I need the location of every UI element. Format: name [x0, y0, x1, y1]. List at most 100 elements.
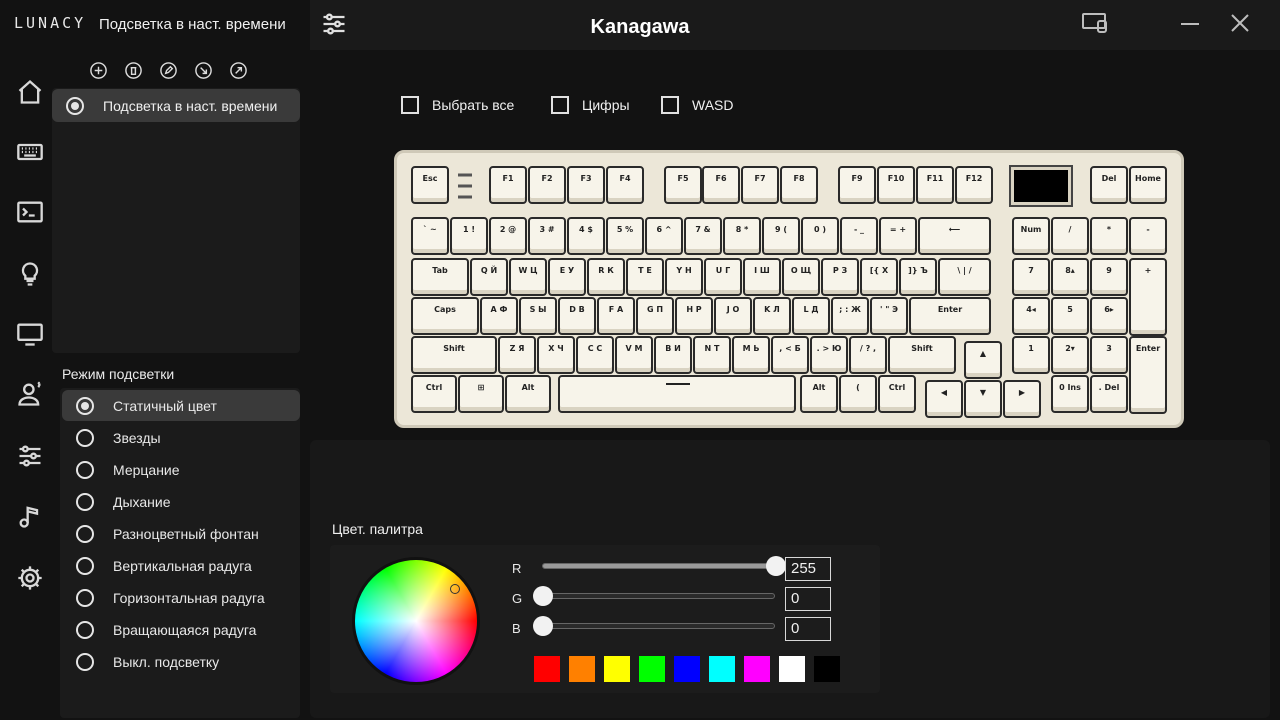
keyboard-key[interactable]: F12 [955, 166, 993, 204]
color-swatch[interactable] [744, 656, 770, 682]
user-icon[interactable] [14, 378, 46, 410]
keyboard-key[interactable]: 8▴ [1051, 258, 1089, 296]
digits-checkbox[interactable]: Цифры [551, 96, 630, 114]
keyboard-key[interactable]: C С [576, 336, 614, 374]
keyboard-key[interactable]: D В [558, 297, 596, 335]
color-swatch[interactable] [779, 656, 805, 682]
color-swatch[interactable] [709, 656, 735, 682]
keyboard-key[interactable]: Enter [1129, 336, 1167, 414]
keyboard-key[interactable]: Z Я [498, 336, 536, 374]
keyboard-key[interactable]: J О [714, 297, 752, 335]
color-swatch[interactable] [639, 656, 665, 682]
g-value-input[interactable]: 0 [785, 587, 831, 611]
keyboard-key[interactable]: Ctrl [411, 375, 457, 413]
keyboard-key[interactable]: F3 [567, 166, 605, 204]
lighting-mode-item[interactable]: Выкл. подсветку [62, 646, 300, 677]
lighting-mode-radio[interactable] [76, 588, 94, 607]
terminal-icon[interactable] [14, 196, 46, 228]
keyboard-key[interactable]: ▶ [1003, 380, 1041, 418]
keyboard-key[interactable]: . > Ю [810, 336, 848, 374]
keyboard-key[interactable]: ]} Ъ [899, 258, 937, 296]
keyboard-key[interactable]: 1 [1012, 336, 1050, 374]
keyboard-key[interactable]: 6 ^ [645, 217, 683, 255]
keyboard-key[interactable]: * [1090, 217, 1128, 255]
checkbox-box[interactable] [661, 96, 679, 114]
keyboard-key[interactable]: F11 [916, 166, 954, 204]
keyboard-key[interactable]: 7 [1012, 258, 1050, 296]
import-icon[interactable] [191, 58, 215, 82]
color-swatch[interactable] [604, 656, 630, 682]
lighting-mode-item[interactable]: Разноцветный фонтан [62, 518, 300, 549]
keyboard-key[interactable]: 9 [1090, 258, 1128, 296]
color-swatch[interactable] [814, 656, 840, 682]
keyboard-key[interactable]: 5 % [606, 217, 644, 255]
keyboard-key[interactable]: F9 [838, 166, 876, 204]
color-swatch[interactable] [674, 656, 700, 682]
keyboard-key[interactable]: F8 [780, 166, 818, 204]
lighting-mode-item[interactable]: Мерцание [62, 454, 300, 485]
music-icon[interactable] [14, 500, 46, 532]
keyboard-key[interactable]: F10 [877, 166, 915, 204]
keyboard-key[interactable]: N Т [693, 336, 731, 374]
keyboard-key[interactable]: 1 ! [450, 217, 488, 255]
lighting-mode-item[interactable]: Статичный цвет [62, 390, 300, 421]
keyboard-key[interactable]: E У [548, 258, 586, 296]
keyboard-key[interactable]: \ | / [938, 258, 991, 296]
r-value-input[interactable]: 255 [785, 557, 831, 581]
keyboard-key[interactable]: 8 * [723, 217, 761, 255]
keyboard-key[interactable]: F7 [741, 166, 779, 204]
keyboard-key[interactable]: 2 @ [489, 217, 527, 255]
keyboard-key[interactable]: ▲ [964, 341, 1002, 379]
keyboard-key[interactable]: 3 [1090, 336, 1128, 374]
lighting-mode-item[interactable]: Вращающаяся радуга [62, 614, 300, 645]
keyboard-key[interactable]: V М [615, 336, 653, 374]
keyboard-key[interactable]: W Ц [509, 258, 547, 296]
lighting-mode-radio[interactable] [76, 524, 94, 543]
settings-sliders-icon[interactable] [320, 10, 348, 38]
color-swatch[interactable] [569, 656, 595, 682]
close-icon[interactable] [1225, 8, 1255, 38]
minimize-icon[interactable] [1175, 8, 1205, 38]
keyboard-key[interactable]: F А [597, 297, 635, 335]
monitor-icon[interactable] [14, 318, 46, 350]
keyboard-key[interactable]: Space [558, 375, 796, 413]
keyboard-key[interactable]: - [1129, 217, 1167, 255]
keyboard-key[interactable]: 3 # [528, 217, 566, 255]
lighting-mode-item[interactable]: Дыхание [62, 486, 300, 517]
keyboard-key[interactable]: [{ Х [860, 258, 898, 296]
checkbox-box[interactable] [551, 96, 569, 114]
lighting-mode-radio[interactable] [76, 652, 94, 671]
keyboard-key[interactable]: ▼ [964, 380, 1002, 418]
keyboard-key[interactable]: F2 [528, 166, 566, 204]
keyboard-key[interactable]: Esc [411, 166, 449, 204]
keyboard-key[interactable]: Tab [411, 258, 469, 296]
keyboard-key[interactable]: Y Н [665, 258, 703, 296]
sliders-icon[interactable] [14, 440, 46, 472]
keyboard-key[interactable]: 4 $ [567, 217, 605, 255]
keyboard-key[interactable]: ` ~ [411, 217, 449, 255]
keyboard-key[interactable]: ' " Э [870, 297, 908, 335]
add-icon[interactable] [86, 58, 110, 82]
keyboard-key[interactable]: 5 [1051, 297, 1089, 335]
keyboard-key[interactable]: B И [654, 336, 692, 374]
keyboard-key[interactable]: S Ы [519, 297, 557, 335]
keyboard-key[interactable]: Home [1129, 166, 1167, 204]
keyboard-key[interactable]: 0 Ins [1051, 375, 1089, 413]
keyboard-key[interactable]: - _ [840, 217, 878, 255]
keyboard-key[interactable]: ⟵ [918, 217, 991, 255]
keyboard-key[interactable]: 0 ) [801, 217, 839, 255]
keyboard-key[interactable]: X Ч [537, 336, 575, 374]
keyboard-key[interactable]: F6 [702, 166, 740, 204]
keyboard-key[interactable]: H Р [675, 297, 713, 335]
keyboard-key[interactable]: . Del [1090, 375, 1128, 413]
keyboard-key[interactable]: Alt [800, 375, 838, 413]
lighting-mode-radio[interactable] [76, 460, 94, 479]
keyboard-key[interactable]: G П [636, 297, 674, 335]
keyboard-key[interactable]: U Г [704, 258, 742, 296]
color-swatch[interactable] [534, 656, 560, 682]
keyboard-key[interactable]: + [1129, 258, 1167, 336]
export-icon[interactable] [226, 58, 250, 82]
keyboard-key[interactable]: Caps [411, 297, 479, 335]
g-slider-thumb[interactable] [533, 586, 553, 606]
lighting-mode-item[interactable]: Звезды [62, 422, 300, 453]
